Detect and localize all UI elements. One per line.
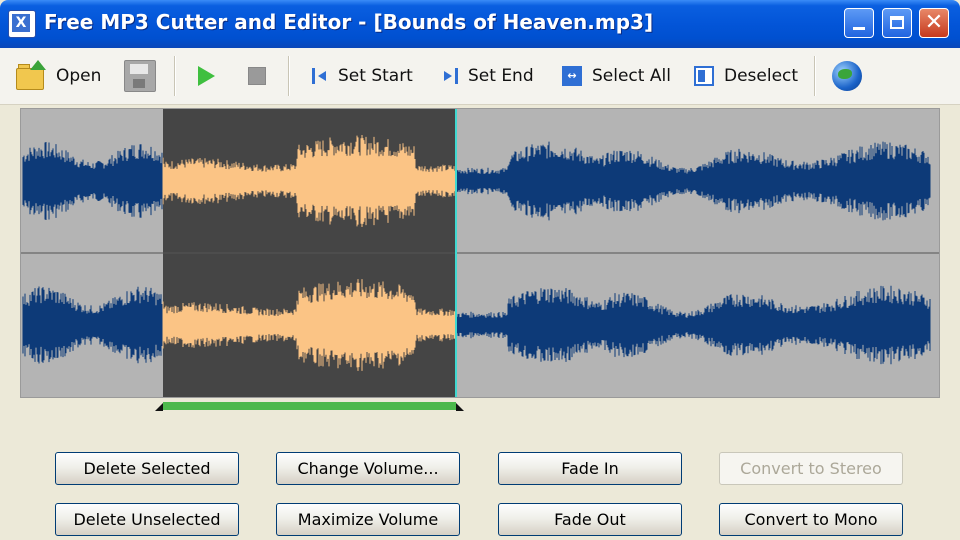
set-end-icon [442, 68, 458, 84]
toolbar-separator [814, 56, 816, 96]
set-end-label: Set End [468, 66, 534, 86]
toolbar: Open Set Start Set End ↔ Select All Dese… [0, 48, 960, 105]
selection-bar-area [20, 398, 940, 411]
minimize-button[interactable] [844, 8, 874, 38]
waveform-trace [22, 141, 931, 221]
set-start-button[interactable]: Set Start [312, 58, 413, 94]
toolbar-separator [288, 56, 290, 96]
left-channel-waveform [22, 135, 931, 227]
selection-range-bar[interactable] [163, 402, 456, 410]
fade-in-button[interactable]: Fade In [498, 452, 682, 485]
select-all-icon: ↔ [562, 66, 582, 86]
stop-button[interactable] [248, 58, 266, 94]
save-icon [124, 60, 156, 92]
toolbar-separator [174, 56, 176, 96]
play-icon [198, 66, 215, 86]
set-end-button[interactable]: Set End [442, 58, 534, 94]
open-label: Open [56, 66, 102, 86]
change-volume-button[interactable]: Change Volume... [276, 452, 460, 485]
delete-unselected-button[interactable]: Delete Unselected [55, 503, 239, 536]
set-start-label: Set Start [338, 66, 413, 86]
app-icon: X [8, 10, 36, 38]
deselect-button[interactable]: Deselect [694, 58, 798, 94]
minimize-icon [853, 27, 865, 30]
folder-open-icon [16, 60, 46, 90]
website-button[interactable] [832, 58, 862, 94]
waveform-trace [22, 285, 931, 365]
select-all-label: Select All [592, 66, 671, 86]
selection-end-handle[interactable] [456, 403, 464, 411]
delete-selected-button[interactable]: Delete Selected [55, 452, 239, 485]
set-start-icon [312, 68, 328, 84]
title-bar[interactable]: X Free MP3 Cutter and Editor - [Bounds o… [0, 0, 960, 48]
select-all-button[interactable]: ↔ Select All [562, 58, 671, 94]
play-button[interactable] [198, 58, 215, 94]
waveform-panel[interactable] [20, 108, 940, 398]
deselect-label: Deselect [724, 66, 799, 86]
maximize-icon [890, 16, 904, 29]
waveform-canvas[interactable] [21, 109, 939, 397]
stop-icon [248, 67, 266, 85]
window-title: Free MP3 Cutter and Editor - [Bounds of … [44, 10, 654, 34]
app-icon-glyph: X [12, 14, 30, 32]
right-channel-waveform [22, 279, 931, 371]
deselect-icon [694, 66, 714, 86]
selection-start-handle[interactable] [155, 403, 163, 411]
globe-icon [832, 61, 862, 91]
convert-to-stereo-button[interactable]: Convert to Stereo [719, 452, 903, 485]
save-button[interactable] [124, 58, 156, 94]
maximize-volume-button[interactable]: Maximize Volume [276, 503, 460, 536]
close-button[interactable]: ✕ [919, 8, 949, 38]
open-button[interactable]: Open [16, 58, 101, 94]
fade-out-button[interactable]: Fade Out [498, 503, 682, 536]
close-icon: ✕ [924, 10, 944, 35]
maximize-button[interactable] [882, 8, 912, 38]
convert-to-mono-button[interactable]: Convert to Mono [719, 503, 903, 536]
